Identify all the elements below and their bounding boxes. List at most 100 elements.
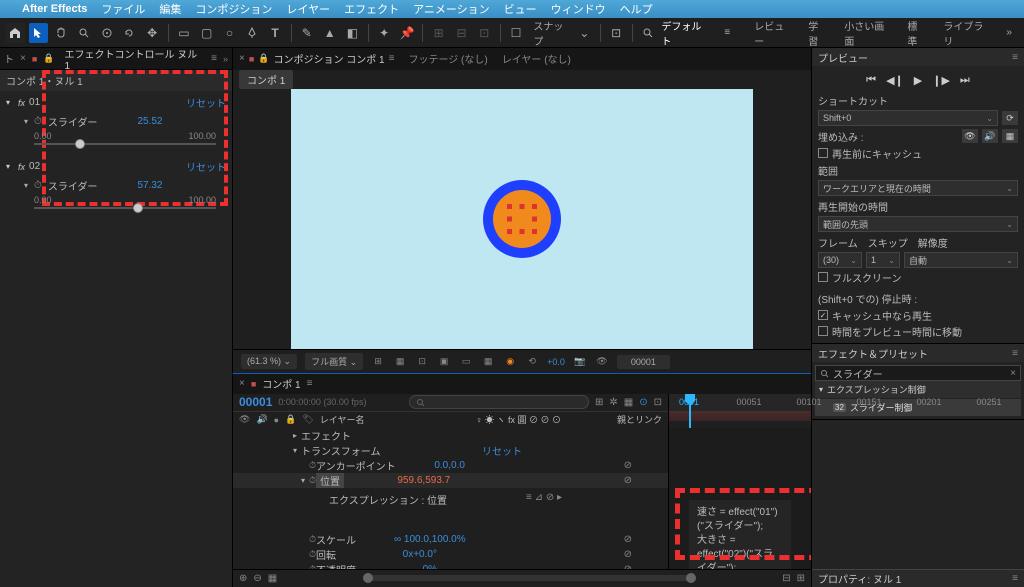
twirl-icon[interactable]: ▾: [24, 117, 28, 126]
slider-value[interactable]: 57.32: [137, 180, 162, 191]
reset-link[interactable]: リセット: [186, 159, 226, 174]
panel-menu-icon[interactable]: ≡: [211, 53, 217, 64]
lock-icon[interactable]: 🔒: [258, 53, 269, 64]
workspace-learn[interactable]: 学習: [808, 18, 826, 48]
composition-viewer[interactable]: [233, 89, 811, 349]
twirl-icon[interactable]: ▾: [6, 162, 14, 171]
orbit-tool[interactable]: [97, 23, 116, 43]
camera-tool[interactable]: ✥: [143, 23, 162, 43]
puppet-tool[interactable]: 📌: [398, 23, 417, 43]
play-icon[interactable]: ▶: [914, 74, 922, 87]
solo-icon[interactable]: ●: [274, 415, 279, 425]
menu-window[interactable]: ウィンドウ: [551, 1, 606, 17]
rect-tool[interactable]: ▢: [197, 23, 216, 43]
zoom-select[interactable]: (61.3 %) ⌄: [241, 354, 297, 369]
expression-editor[interactable]: 速さ = effect("01")("スライダー"); 大きさ = effect…: [689, 500, 791, 569]
lock-col-icon[interactable]: 🔒: [285, 414, 296, 425]
reset-link[interactable]: リセット: [482, 443, 522, 458]
menu-help[interactable]: ヘルプ: [620, 1, 653, 17]
twirl-icon[interactable]: ▾: [301, 476, 309, 485]
ellipse-tool[interactable]: ○: [220, 23, 239, 43]
row-opacity[interactable]: 不透明度: [316, 562, 356, 569]
vf-snapshot-icon[interactable]: 📷: [573, 356, 587, 367]
position-value[interactable]: 959.6,593.7: [397, 475, 450, 486]
reset-link[interactable]: リセット: [186, 95, 226, 110]
vf-grid-icon[interactable]: ⊞: [371, 356, 385, 367]
stopwatch-icon[interactable]: ⏱: [34, 180, 42, 191]
tag-icon[interactable]: 🏷: [302, 414, 313, 425]
workspace-review[interactable]: レビュー: [754, 18, 790, 48]
tl-close-icon[interactable]: ×: [239, 378, 245, 389]
row-effects[interactable]: エフェクト: [301, 428, 351, 443]
tl-head-ic3[interactable]: ▦: [624, 397, 633, 408]
roto-tool[interactable]: ✦: [375, 23, 394, 43]
timeline-tracks[interactable]: 速さ = effect("01")("スライダー"); 大きさ = effect…: [669, 428, 811, 569]
loop-icon[interactable]: ⟳: [1002, 111, 1018, 125]
footage-tab[interactable]: フッテージ (なし): [408, 51, 487, 66]
search-icon[interactable]: [638, 23, 657, 43]
first-frame-icon[interactable]: ⏮: [866, 74, 876, 87]
clone-tool[interactable]: ▲: [320, 23, 339, 43]
timeline-menu-icon[interactable]: ≡: [307, 378, 313, 389]
vf-reset-icon[interactable]: ⟲: [525, 356, 539, 367]
snap-opts[interactable]: ⌄: [575, 23, 594, 43]
vf-region-icon[interactable]: ▭: [459, 356, 473, 367]
fx-icon[interactable]: fx: [18, 98, 25, 108]
vf-show-snapshot-icon[interactable]: 👁: [595, 356, 609, 367]
tl-head-ic2[interactable]: ✲: [609, 397, 617, 408]
effect-controls-tab[interactable]: エフェクトコントロール ヌル 1: [61, 44, 206, 74]
audio-icon[interactable]: 🔊: [256, 414, 267, 425]
eraser-tool[interactable]: ◧: [343, 23, 362, 43]
parent-link[interactable]: ⊘: [624, 549, 632, 560]
lock-icon[interactable]: 🔒: [43, 53, 54, 64]
include-audio-icon[interactable]: 🔊: [982, 129, 998, 143]
tl-foot-ic3[interactable]: ▦: [268, 573, 277, 584]
precache-checkbox[interactable]: [818, 148, 828, 158]
stopwatch-icon[interactable]: ⏱: [309, 534, 316, 545]
playfrom-select[interactable]: 範囲の先頭⌄: [818, 216, 1018, 232]
timeline-tab[interactable]: コンポ 1: [262, 376, 300, 391]
frame-select[interactable]: (30)⌄: [818, 252, 862, 268]
comp-chip[interactable]: コンポ 1: [239, 70, 293, 89]
composition-tab[interactable]: × ■ 🔒 コンポジション コンポ 1 ≡: [239, 51, 394, 66]
fx-icon[interactable]: fx: [18, 162, 25, 172]
fullscreen-checkbox[interactable]: [818, 272, 828, 282]
snap-extra[interactable]: ⊡: [607, 23, 626, 43]
effects-search[interactable]: スライダー×: [815, 365, 1021, 381]
scale-value[interactable]: ∞ 100.0,100.0%: [394, 534, 466, 545]
menu-file[interactable]: ファイル: [101, 1, 145, 17]
menu-view[interactable]: ビュー: [504, 1, 537, 17]
panel-menu-icon[interactable]: ≡: [1012, 573, 1018, 584]
parent-link[interactable]: ⊘: [624, 534, 632, 545]
menu-effect[interactable]: エフェクト: [344, 1, 399, 17]
tl-foot-ic5[interactable]: ⊞: [797, 573, 805, 584]
workspace-menu-icon[interactable]: ≡: [724, 27, 730, 38]
twirl-icon[interactable]: ▾: [293, 446, 301, 455]
layer-search[interactable]: [409, 395, 589, 409]
selection-tool[interactable]: [29, 23, 48, 43]
slider-thumb[interactable]: [133, 203, 143, 213]
tl-foot-ic1[interactable]: ⊕: [239, 573, 247, 584]
align-tool1[interactable]: ⊞: [429, 23, 448, 43]
menu-animation[interactable]: アニメーション: [413, 1, 490, 17]
effects-category[interactable]: ▾エクスプレッション制御: [815, 381, 1021, 398]
home-button[interactable]: [6, 23, 25, 43]
vf-mask-icon[interactable]: ▦: [393, 356, 407, 367]
include-overlay-icon[interactable]: ▦: [1002, 129, 1018, 143]
pen-tool[interactable]: [243, 23, 262, 43]
tl-foot-ic2[interactable]: ⊖: [253, 573, 261, 584]
tl-head-ic1[interactable]: ⊞: [595, 397, 603, 408]
panel-overflow-icon[interactable]: »: [223, 54, 228, 64]
effect-name[interactable]: 02: [29, 161, 152, 172]
menu-edit[interactable]: 編集: [159, 1, 181, 17]
layer-tab[interactable]: レイヤー (なし): [502, 51, 571, 66]
stopwatch-icon[interactable]: ⏱: [309, 549, 316, 560]
stop1-checkbox[interactable]: ✓: [818, 310, 828, 320]
workspace-overflow-icon[interactable]: »: [1006, 27, 1012, 38]
clear-search-icon[interactable]: ×: [1010, 368, 1016, 379]
skip-select[interactable]: 1⌄: [866, 252, 900, 268]
align-tool2[interactable]: ⊟: [452, 23, 471, 43]
vf-guide-icon[interactable]: ⊡: [415, 356, 429, 367]
expr-tools[interactable]: ≡ ⊿ ⊘ ▸: [526, 492, 562, 503]
row-rotation[interactable]: 回転: [316, 547, 336, 562]
